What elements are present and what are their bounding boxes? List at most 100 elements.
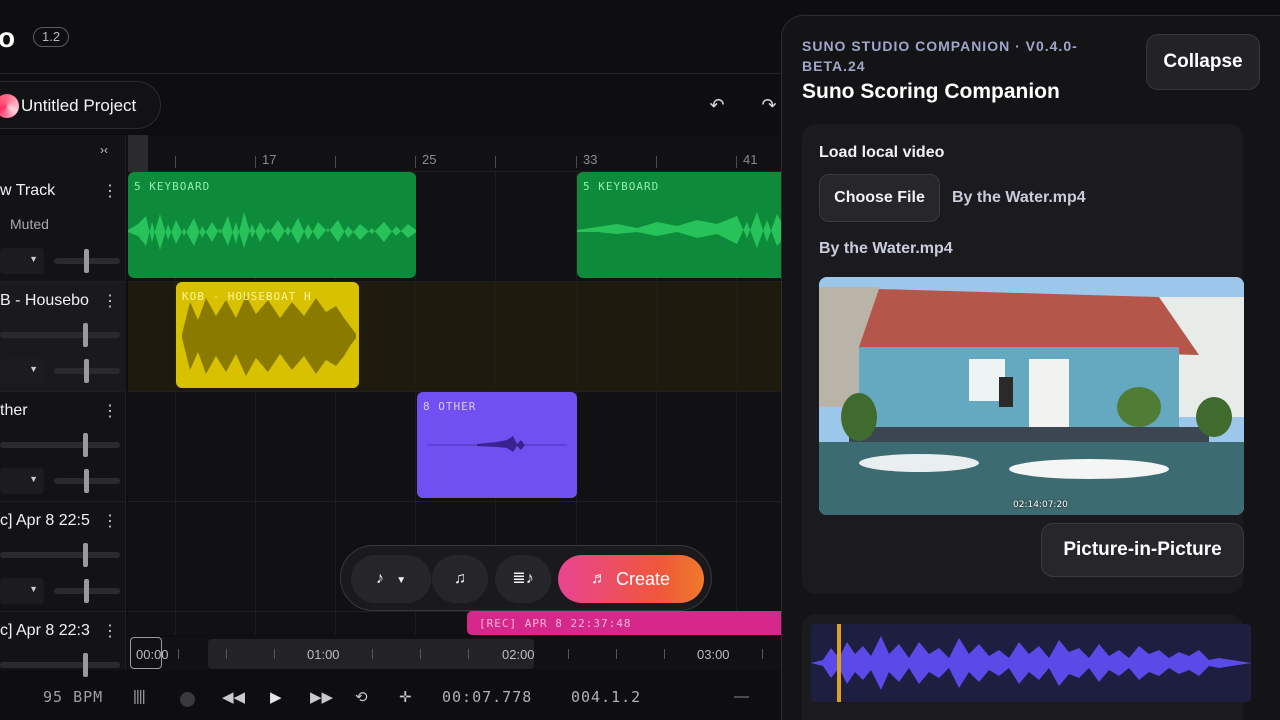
time-range-selection[interactable] <box>208 639 534 669</box>
create-label: Create <box>616 569 671 589</box>
track-name[interactable]: ther <box>0 402 94 420</box>
track-name[interactable]: B - Housebo <box>0 292 94 310</box>
track-header[interactable]: c] Apr 8 22:5 ⋮ ▼ <box>0 502 126 612</box>
clip-houseboat[interactable]: KOB - HOUSEBOAT H <box>176 282 359 388</box>
ruler-label: 17 <box>262 152 277 167</box>
create-button[interactable]: ♬ Create <box>558 555 704 603</box>
create-toolbar: ♪ ▼ ♫ ≣♪ ♬ Create <box>340 545 712 611</box>
chevron-down-icon: ▼ <box>396 575 407 586</box>
project-bar: Untitled Project ↶ ↷ <box>0 75 780 135</box>
play-icon[interactable]: ▶ <box>270 688 282 706</box>
track-input-dropdown[interactable]: ▼ <box>0 358 44 384</box>
slider-knob[interactable] <box>83 653 88 677</box>
choose-file-button[interactable]: Choose File <box>819 174 940 222</box>
rewind-icon[interactable]: ◀◀ <box>222 688 245 706</box>
audio-waveform[interactable] <box>811 624 1251 702</box>
track-menu-icon[interactable]: ⋮ <box>102 401 118 421</box>
track-name[interactable]: w Track <box>0 182 94 200</box>
slider-knob[interactable] <box>83 433 88 457</box>
track-name[interactable]: c] Apr 8 22:3 <box>0 622 94 640</box>
ruler-tick <box>255 156 256 168</box>
record-icon[interactable] <box>180 692 195 707</box>
slider-knob[interactable] <box>83 323 88 347</box>
metronome-icon[interactable]: |||| <box>133 688 146 705</box>
track-header[interactable]: B - Housebo ⋮ ▼ <box>0 282 126 392</box>
ruler-tick <box>175 156 176 168</box>
slider-knob[interactable] <box>84 469 89 493</box>
track-header[interactable]: c] Apr 8 22:3 ⋮ <box>0 612 126 677</box>
project-avatar <box>0 94 19 118</box>
track-volume-slider[interactable] <box>54 579 120 603</box>
position-display: 004.1.2 <box>571 688 642 706</box>
video-title: By the Water.mp4 <box>819 240 953 257</box>
music-note-icon: ♪ <box>375 570 384 587</box>
video-card: Load local video Choose File By the Wate… <box>802 124 1244 594</box>
playlist-button[interactable]: ≣♪ <box>495 555 551 603</box>
ruler-label: 25 <box>422 152 437 167</box>
collapse-button[interactable]: Collapse <box>1146 34 1260 90</box>
panel-title: Suno Scoring Companion <box>802 80 1060 103</box>
track-header[interactable]: w Track ⋮ Muted ▼ <box>0 172 126 282</box>
track-pan-slider[interactable] <box>0 433 120 457</box>
loop-icon[interactable]: ⟲ <box>355 688 368 706</box>
track-volume-slider[interactable] <box>54 469 120 493</box>
ruler-tick <box>415 156 416 168</box>
collapse-arrows-icon[interactable]: ›‹ <box>100 143 108 157</box>
slider-knob[interactable] <box>84 359 89 383</box>
time-tick <box>372 649 373 659</box>
track-volume-slider[interactable] <box>54 359 120 383</box>
clip-keyboard[interactable]: 5 KEYBOARD <box>128 172 416 278</box>
video-timecode: 02:14:07:20 <box>1013 500 1068 510</box>
zoom-out-icon[interactable]: — <box>734 688 749 705</box>
snap-icon[interactable]: ✛ <box>399 688 412 706</box>
time-tick <box>616 649 617 659</box>
track-menu-icon[interactable]: ⋮ <box>102 621 118 641</box>
clip-other[interactable]: 8 OTHER <box>417 392 577 498</box>
ruler-tick <box>335 156 336 168</box>
undo-icon[interactable]: ↶ <box>706 94 728 116</box>
time-tick <box>178 649 179 659</box>
slider-knob[interactable] <box>83 543 88 567</box>
transport-bar: 95 BPM |||| ◀◀ ▶ ▶▶ ⟲ ✛ 00:07.778 004.1.… <box>0 680 781 720</box>
time-tick <box>568 649 569 659</box>
video-player[interactable]: 02:14:07:20 <box>819 277 1244 515</box>
chevron-down-icon: ▼ <box>29 364 38 374</box>
clip-label: 8 OTHER <box>423 400 477 413</box>
track-name[interactable]: c] Apr 8 22:5 <box>0 512 94 530</box>
slider-knob[interactable] <box>84 579 89 603</box>
slider-knob[interactable] <box>84 249 89 273</box>
time-ruler[interactable]: 00:00 01:00 02:00 03:00 <box>128 637 781 670</box>
chevron-down-icon: ▼ <box>29 254 38 264</box>
track-header[interactable]: ther ⋮ ▼ <box>0 392 126 502</box>
app-logo[interactable]: o <box>0 22 15 54</box>
track-menu-icon[interactable]: ⋮ <box>102 291 118 311</box>
clip-label: [REC] APR 8 22:37:48 <box>479 617 632 630</box>
time-tick <box>274 649 275 659</box>
music-notes-icon: ♫ <box>454 570 466 587</box>
ruler-tick <box>736 156 737 168</box>
track-input-dropdown[interactable]: ▼ <box>0 578 44 604</box>
time-display: 00:07.778 <box>442 688 533 706</box>
track-pan-slider[interactable] <box>0 653 120 677</box>
track-pan-slider[interactable] <box>0 323 120 347</box>
track-input-dropdown[interactable]: ▼ <box>0 468 44 494</box>
track-pan-slider[interactable] <box>0 543 120 567</box>
track-input-dropdown[interactable]: ▼ <box>0 248 44 274</box>
picture-in-picture-button[interactable]: Picture-in-Picture <box>1041 523 1244 577</box>
track-menu-icon[interactable]: ⋮ <box>102 181 118 201</box>
track-volume-slider[interactable] <box>54 249 120 273</box>
chosen-file-name: By the Water.mp4 <box>952 189 1086 206</box>
redo-icon[interactable]: ↷ <box>758 94 780 116</box>
clip-label: KOB - HOUSEBOAT H <box>182 290 312 303</box>
waveform-playhead[interactable] <box>837 624 841 702</box>
clip-keyboard[interactable]: 5 KEYBOARD <box>577 172 781 278</box>
clip-label: 5 KEYBOARD <box>583 180 660 193</box>
track-menu-icon[interactable]: ⋮ <box>102 511 118 531</box>
clip-recording[interactable]: [REC] APR 8 22:37:48 <box>467 611 781 635</box>
bpm-display[interactable]: 95 BPM <box>43 688 103 706</box>
fast-forward-icon[interactable]: ▶▶ <box>310 688 333 706</box>
bar-ruler[interactable]: 17 25 33 41 <box>128 135 781 172</box>
note-mode-dropdown[interactable]: ♪ ▼ <box>351 555 431 603</box>
instrument-button[interactable]: ♫ <box>432 555 488 603</box>
project-selector[interactable]: Untitled Project <box>0 81 161 129</box>
